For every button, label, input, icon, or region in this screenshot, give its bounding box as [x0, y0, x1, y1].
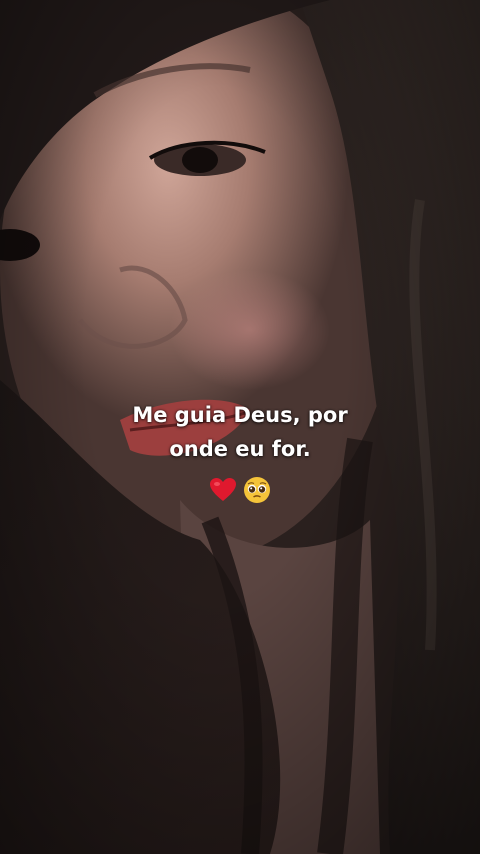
story-caption: Me guia Deus, por onde eu for.	[60, 398, 420, 466]
story-screen: Me guia Deus, por onde eu for.	[0, 0, 480, 854]
caption-line-1: Me guia Deus, por	[132, 403, 348, 427]
pleading-face-icon	[244, 477, 270, 503]
caption-line-2: onde eu for.	[169, 437, 311, 461]
red-heart-icon	[210, 478, 236, 501]
emoji-row	[200, 474, 280, 506]
